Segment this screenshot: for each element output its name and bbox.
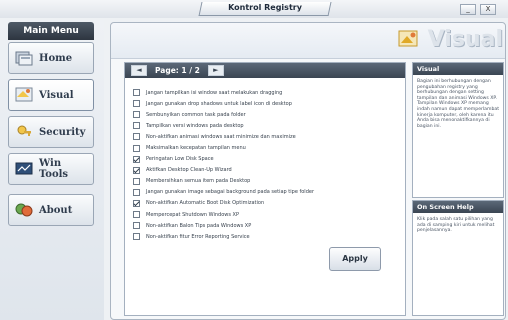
option-label: Jangan tampilkan isi window saat melakuk… xyxy=(146,89,283,96)
option-row[interactable]: Jangan tampilkan isi window saat melakuk… xyxy=(133,87,401,98)
sidebar-item-security[interactable]: Security xyxy=(8,116,94,148)
info-panel-title: Visual xyxy=(413,63,503,75)
option-checkbox[interactable] xyxy=(133,122,140,130)
option-row[interactable]: Non-aktifkan Balon Tips pada Windows XP xyxy=(133,220,401,231)
option-checkbox[interactable] xyxy=(133,188,140,196)
app-window: Kontrol Registry _ X Main Menu Home Visu… xyxy=(0,0,508,320)
option-row[interactable]: Membersihkan semua item pada Desktop xyxy=(133,176,401,187)
option-label: Non-aktifkan Automatic Boot Disk Optimiz… xyxy=(146,200,265,207)
option-row[interactable]: Non-aktifkan fitur Error Reporting Servi… xyxy=(133,231,401,242)
option-checkbox[interactable] xyxy=(133,89,140,97)
option-checkbox[interactable] xyxy=(133,144,140,152)
sidebar-item-label: Home xyxy=(39,52,73,64)
option-label: Sembunyikan common task pada folder xyxy=(146,111,246,118)
option-row[interactable]: Non-aktifkan animasi windows saat minimi… xyxy=(133,131,401,142)
option-label: Non-aktifkan Balon Tips pada Windows XP xyxy=(146,222,252,229)
option-label: Non-aktifkan animasi windows saat minimi… xyxy=(146,133,296,140)
title-bar[interactable]: Kontrol Registry _ X xyxy=(0,0,508,18)
option-label: Non-aktifkan fitur Error Reporting Servi… xyxy=(146,233,250,240)
option-label: Jangan gunakan drop shadows untuk label … xyxy=(146,100,292,107)
minimize-button[interactable]: _ xyxy=(460,4,476,15)
option-checkbox[interactable] xyxy=(133,199,140,207)
main-menu-title: Main Menu xyxy=(8,22,94,40)
option-label: Maksimalkan kecepatan tampilan menu xyxy=(146,145,246,152)
page-indicator: Page: 1 / 2 xyxy=(155,66,200,75)
option-checkbox[interactable] xyxy=(133,222,140,230)
about-icon xyxy=(15,203,33,217)
option-row[interactable]: Non-aktifkan Automatic Boot Disk Optimiz… xyxy=(133,198,401,209)
sidebar-item-label: Visual xyxy=(39,89,74,101)
info-panel-help: On Screen Help Klik pada salah satu pili… xyxy=(412,200,504,316)
option-checkbox[interactable] xyxy=(133,155,140,163)
option-checkbox[interactable] xyxy=(133,233,140,241)
visual-icon xyxy=(15,87,33,102)
option-row[interactable]: Peringatan Low Disk Space xyxy=(133,154,401,165)
sidebar-item-label: About xyxy=(39,204,73,216)
section-banner: Visual xyxy=(111,23,505,59)
option-row[interactable]: Jangan gunakan drop shadows untuk label … xyxy=(133,98,401,109)
pagination-bar: ◄ Page: 1 / 2 ► xyxy=(125,63,405,78)
option-label: Jangan gunakan image sebagai background … xyxy=(146,189,314,196)
security-icon xyxy=(17,125,31,136)
close-button[interactable]: X xyxy=(480,4,496,15)
option-label: Tampilkan versi windows pada desktop xyxy=(146,122,244,129)
option-row[interactable]: Jangan gunakan image sebagai background … xyxy=(133,187,401,198)
option-label: Peringatan Low Disk Space xyxy=(146,156,214,163)
window-controls: _ X xyxy=(460,4,496,15)
prev-page-button[interactable]: ◄ xyxy=(131,65,147,76)
option-label: Aktifkan Desktop Clean-Up Wizard xyxy=(146,167,232,174)
sidebar-item-label: Security xyxy=(39,126,86,138)
info-panel-body: Klik pada salah satu pilihan yang ada di… xyxy=(417,217,495,234)
option-row[interactable]: Tampilkan versi windows pada desktop xyxy=(133,120,401,131)
option-checkbox[interactable] xyxy=(133,166,140,174)
info-panel-visual: Visual Bagian ini berhubungan dengan pen… xyxy=(412,62,504,198)
visual-banner-icon xyxy=(398,30,418,47)
next-page-button[interactable]: ► xyxy=(207,65,224,76)
option-row[interactable]: Mempercepat Shutdown Windows XP xyxy=(133,209,401,220)
sidebar-item-win-tools[interactable]: Win Tools xyxy=(8,153,94,185)
home-icon xyxy=(15,51,33,66)
option-checkbox[interactable] xyxy=(133,177,140,185)
option-row[interactable]: Maksimalkan kecepatan tampilan menu xyxy=(133,142,401,153)
sidebar: Main Menu Home Visual Security Win Tools… xyxy=(0,20,104,320)
sidebar-item-label: Win Tools xyxy=(39,158,69,180)
option-row[interactable]: Sembunyikan common task pada folder xyxy=(133,109,401,120)
window-title: Kontrol Registry xyxy=(228,3,302,12)
options-panel: ◄ Page: 1 / 2 ► Jangan tampilkan isi win… xyxy=(124,62,406,316)
sidebar-item-visual[interactable]: Visual xyxy=(8,79,94,111)
info-panel-title: On Screen Help xyxy=(413,201,503,213)
option-label: Membersihkan semua item pada Desktop xyxy=(146,178,251,185)
wintools-icon xyxy=(15,162,33,175)
option-label: Mempercepat Shutdown Windows XP xyxy=(146,211,239,218)
sidebar-item-about[interactable]: About xyxy=(8,194,94,226)
option-checkbox[interactable] xyxy=(133,100,140,108)
option-row[interactable]: Aktifkan Desktop Clean-Up Wizard xyxy=(133,165,401,176)
info-panel-body: Bagian ini berhubungan dengan pengubahan… xyxy=(417,79,500,129)
sidebar-item-home[interactable]: Home xyxy=(8,42,94,74)
banner-title: Visual xyxy=(427,27,503,52)
option-checkbox[interactable] xyxy=(133,111,140,119)
option-checkbox[interactable] xyxy=(133,133,140,141)
option-list: Jangan tampilkan isi window saat melakuk… xyxy=(133,87,401,242)
apply-button[interactable]: Apply xyxy=(329,247,381,271)
option-checkbox[interactable] xyxy=(133,211,140,219)
